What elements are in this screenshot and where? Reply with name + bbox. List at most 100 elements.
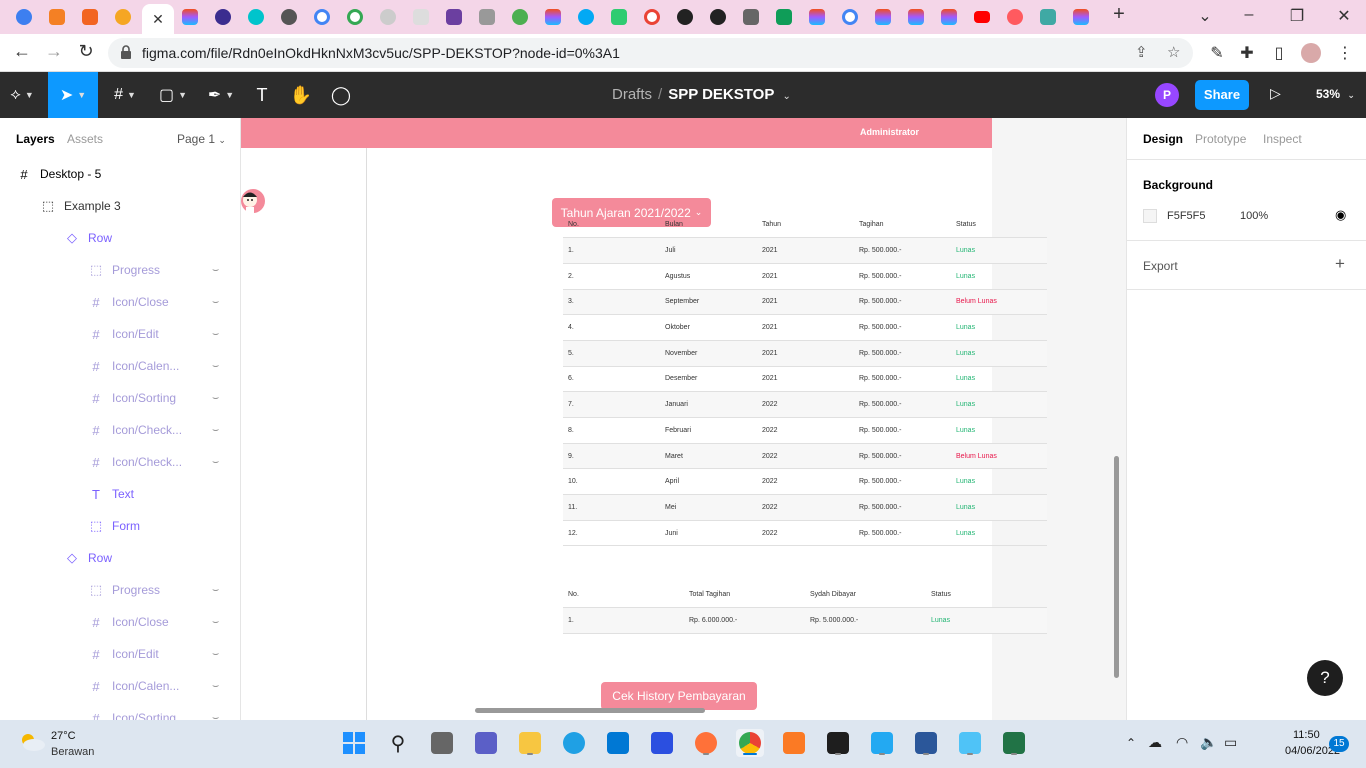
forward-arrow-icon[interactable]: →: [42, 41, 66, 62]
wifi-icon[interactable]: ◠: [1176, 734, 1188, 751]
firefox-icon[interactable]: [692, 729, 720, 757]
comment-tool[interactable]: ◯: [326, 72, 356, 118]
layer-row[interactable]: ⬚ Example 3: [0, 190, 240, 222]
hidden-eye-icon[interactable]: ⌣: [212, 456, 219, 469]
tab-favicon[interactable]: [242, 5, 270, 29]
tab-favicon-google[interactable]: [638, 5, 666, 29]
layer-row[interactable]: # Desktop - 5: [0, 158, 240, 190]
tab-favicon[interactable]: [109, 5, 137, 29]
layer-row[interactable]: # Icon/Check... ⌣: [0, 446, 240, 478]
hidden-eye-icon[interactable]: ⌣: [212, 360, 219, 373]
background-hex-input[interactable]: F5F5F5: [1167, 210, 1206, 222]
tab-favicon-figma[interactable]: [539, 5, 567, 29]
profile-avatar[interactable]: [1301, 43, 1321, 63]
vscode-icon[interactable]: [868, 729, 896, 757]
desktop-frame[interactable]: Tahun Ajaran 2021/2022 ⌄ No. Bulan Tahun Ta…: [367, 148, 1047, 720]
weather-temperature[interactable]: 27°C: [51, 730, 76, 742]
pen-tool[interactable]: ✒ ▼: [200, 72, 242, 118]
tab-favicon-figma[interactable]: [803, 5, 831, 29]
notepad-icon[interactable]: [956, 729, 984, 757]
hidden-eye-icon[interactable]: ⌣: [212, 712, 219, 721]
hidden-eye-icon[interactable]: ⌣: [212, 296, 219, 309]
text-tool[interactable]: T: [248, 72, 276, 118]
present-play-icon[interactable]: ▷: [1270, 85, 1281, 102]
tab-favicon[interactable]: [671, 5, 699, 29]
window-close-icon[interactable]: ✕: [1332, 6, 1356, 26]
tab-favicon[interactable]: [473, 5, 501, 29]
hidden-eye-icon[interactable]: ⌣: [212, 680, 219, 693]
tab-favicon[interactable]: [1001, 5, 1029, 29]
layer-row[interactable]: # Icon/Edit ⌣: [0, 638, 240, 670]
layer-row[interactable]: ◇ Row: [0, 222, 240, 254]
tab-favicon[interactable]: [275, 5, 303, 29]
tab-favicon[interactable]: [572, 5, 600, 29]
tab-favicon[interactable]: [506, 5, 534, 29]
eye-visibility-icon[interactable]: ◉: [1335, 207, 1346, 223]
extensions-puzzle-icon[interactable]: ✚: [1237, 43, 1257, 63]
chrome-icon[interactable]: [736, 729, 764, 757]
tab-favicon-figma[interactable]: [935, 5, 963, 29]
move-tool[interactable]: ➤ ▼: [48, 72, 98, 118]
breadcrumb-drafts[interactable]: Drafts: [612, 86, 652, 103]
tab-favicon[interactable]: [605, 5, 633, 29]
tab-prototype[interactable]: Prototype: [1195, 132, 1246, 146]
tab-favicon[interactable]: [737, 5, 765, 29]
user-avatar[interactable]: P: [1155, 83, 1179, 107]
layer-row[interactable]: # Icon/Sorting ⌣: [0, 702, 240, 721]
hidden-eye-icon[interactable]: ⌣: [212, 648, 219, 661]
file-explorer-icon[interactable]: [516, 729, 544, 757]
tab-favicon-figma[interactable]: [902, 5, 930, 29]
browser-menu-icon[interactable]: ⋮: [1335, 43, 1355, 63]
tab-favicon[interactable]: [407, 5, 435, 29]
maximize-icon[interactable]: ❐: [1285, 6, 1309, 26]
hand-tool[interactable]: ✋: [286, 72, 316, 118]
tab-favicon-google[interactable]: [836, 5, 864, 29]
tab-search-icon[interactable]: ⌄: [1193, 6, 1217, 26]
tab-favicon-figma[interactable]: [869, 5, 897, 29]
onedrive-cloud-icon[interactable]: ☁: [1148, 734, 1162, 751]
new-tab-button[interactable]: +: [1107, 3, 1131, 26]
xampp-icon[interactable]: [780, 729, 808, 757]
chevron-up-icon[interactable]: ⌃: [1126, 736, 1136, 750]
tab-favicon[interactable]: [440, 5, 468, 29]
check-history-button[interactable]: Cek History Pembayaran: [601, 682, 757, 710]
task-view-icon[interactable]: [428, 729, 456, 757]
layer-row[interactable]: ◇ Row: [0, 542, 240, 574]
tab-favicon[interactable]: [704, 5, 732, 29]
add-export-plus-icon[interactable]: +: [1335, 254, 1345, 274]
layer-row[interactable]: T Text: [0, 478, 240, 510]
tab-favicon[interactable]: [770, 5, 798, 29]
search-icon[interactable]: ⚲: [384, 729, 412, 757]
hidden-eye-icon[interactable]: ⌣: [212, 392, 219, 405]
tab-assets[interactable]: Assets: [67, 132, 103, 146]
tab-layers[interactable]: Layers: [16, 132, 55, 146]
frame-tool[interactable]: # ▼: [104, 72, 146, 118]
share-button[interactable]: Share: [1195, 80, 1249, 110]
eyedropper-extension-icon[interactable]: ✎: [1207, 43, 1227, 63]
edge-browser-icon[interactable]: [560, 729, 588, 757]
chevron-down-icon[interactable]: ⌄: [783, 91, 791, 102]
weather-cloud-icon[interactable]: [18, 732, 46, 752]
horizontal-scrollbar[interactable]: [475, 708, 705, 713]
layer-row[interactable]: ⬚ Form: [0, 510, 240, 542]
terminal-icon[interactable]: [824, 729, 852, 757]
layer-row[interactable]: # Icon/Sorting ⌣: [0, 382, 240, 414]
vertical-scrollbar[interactable]: [1114, 456, 1119, 678]
hidden-eye-icon[interactable]: ⌣: [212, 424, 219, 437]
battery-icon[interactable]: ▭: [1224, 734, 1237, 751]
word-icon[interactable]: [912, 729, 940, 757]
excel-icon[interactable]: [1000, 729, 1028, 757]
url-text[interactable]: figma.com/file/Rdn0eInOkdHknNxM3cv5uc/SP…: [142, 45, 620, 61]
hidden-eye-icon[interactable]: ⌣: [212, 616, 219, 629]
reload-icon[interactable]: ↻: [74, 41, 98, 62]
notification-badge[interactable]: 15: [1329, 736, 1349, 752]
tab-favicon-google[interactable]: [341, 5, 369, 29]
tab-favicon[interactable]: [10, 5, 38, 29]
canvas[interactable]: Administrator Tahun Ajaran 2021/2022 ⌄ N…: [241, 118, 1126, 720]
minimize-icon[interactable]: –: [1237, 6, 1261, 24]
share-page-icon[interactable]: ⇪: [1135, 43, 1148, 61]
back-arrow-icon[interactable]: ←: [10, 41, 34, 62]
layer-row[interactable]: ⬚ Progress ⌣: [0, 574, 240, 606]
layer-row[interactable]: # Icon/Close ⌣: [0, 606, 240, 638]
figma-main-menu[interactable]: ⟡ ▼: [0, 72, 44, 118]
